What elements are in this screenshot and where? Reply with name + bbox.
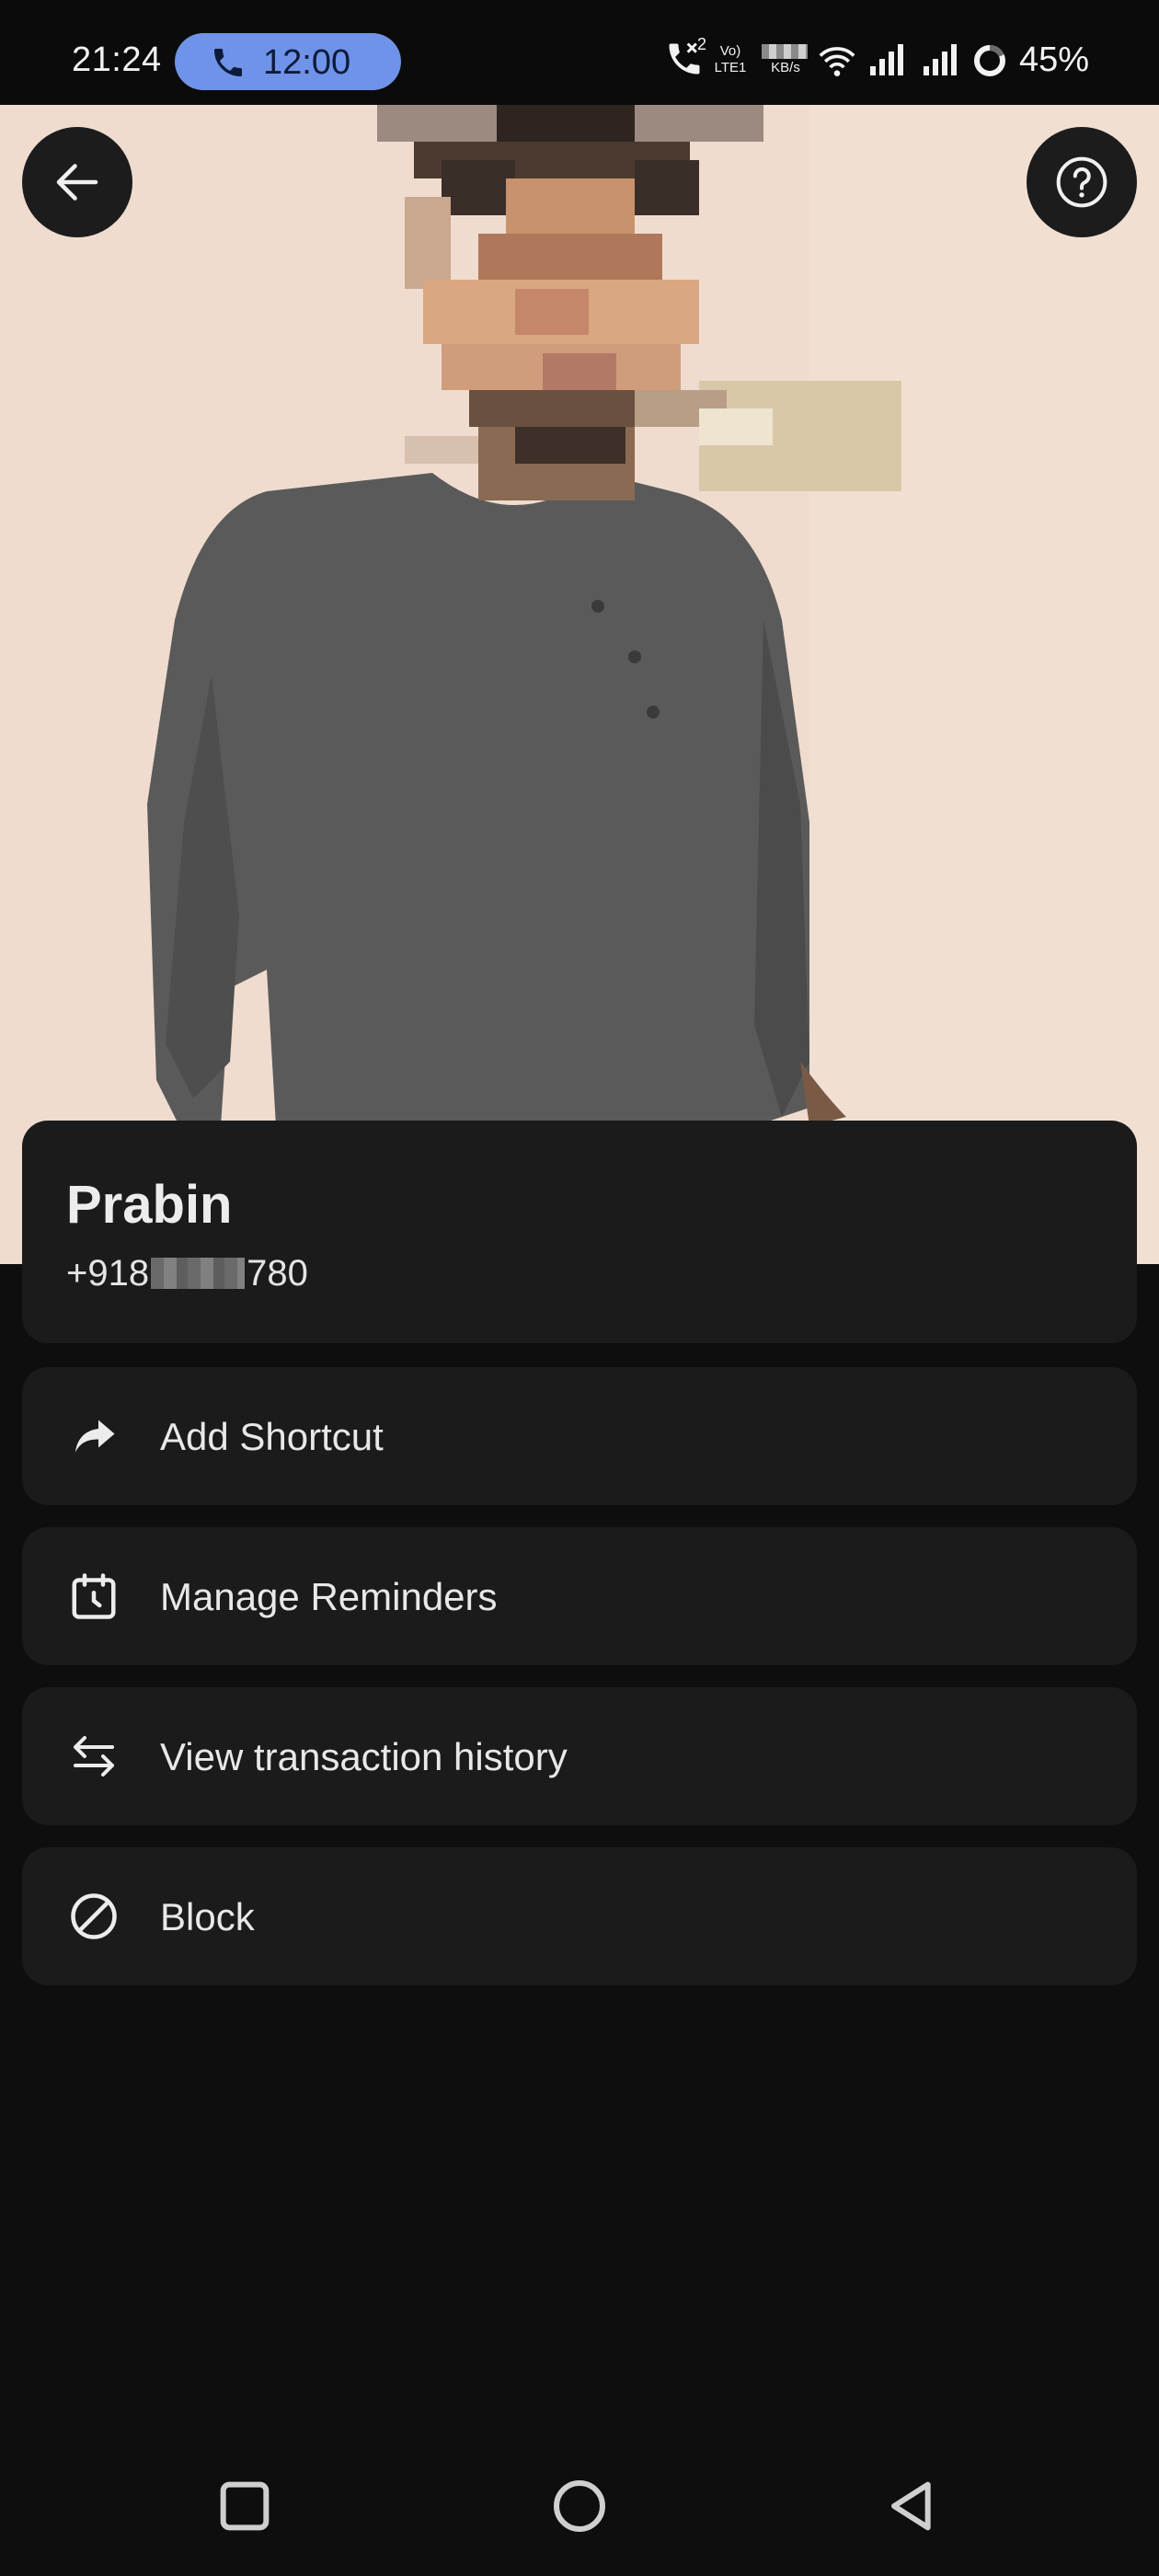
signal-1-icon <box>870 44 903 75</box>
home-button[interactable] <box>543 2469 616 2543</box>
phone-suffix: 780 <box>247 1253 308 1294</box>
contact-card: Prabin +918 780 <box>22 1121 1137 1343</box>
status-time: 21:24 <box>72 40 162 79</box>
wifi-icon <box>819 47 855 76</box>
help-button[interactable] <box>1027 127 1137 237</box>
volte-label: Vo) <box>719 43 741 59</box>
contact-phone: +918 780 <box>66 1253 308 1294</box>
add-shortcut-button[interactable]: Add Shortcut <box>22 1367 1137 1505</box>
contact-details-screen: 21:24 12:00 2 Vo) LTE1 KB/s 45% Prabin +… <box>0 0 1159 2576</box>
speed-unit: KB/s <box>771 60 800 75</box>
back-nav-button[interactable] <box>876 2469 949 2543</box>
block-label: Block <box>160 1895 255 1938</box>
contact-name: Prabin <box>66 1175 233 1235</box>
status-bar: 21:24 12:00 2 Vo) LTE1 KB/s 45% <box>0 0 1159 105</box>
calendar-clock-icon <box>72 1573 116 1619</box>
block-icon <box>71 1893 117 1939</box>
arrow-left-icon <box>56 164 98 201</box>
sim-number: 2 <box>697 35 707 53</box>
question-circle-icon <box>1056 156 1107 208</box>
phone-prefix: +918 <box>66 1253 150 1294</box>
lte-label: LTE1 <box>714 60 747 75</box>
view-transaction-history-label: View transaction history <box>160 1735 568 1778</box>
phone-masked-digits <box>151 1258 246 1289</box>
call-timer: 12:00 <box>263 43 351 82</box>
manage-reminders-label: Manage Reminders <box>160 1575 498 1618</box>
view-transaction-history-button[interactable]: View transaction history <box>22 1687 1137 1825</box>
system-nav-bar <box>0 2429 1159 2576</box>
manage-reminders-button[interactable]: Manage Reminders <box>22 1527 1137 1665</box>
share-arrow-icon <box>75 1420 115 1453</box>
signal-2-icon <box>924 44 957 75</box>
recents-button[interactable] <box>208 2469 281 2543</box>
speed-value-masked <box>762 44 808 59</box>
battery-icon <box>974 45 1005 76</box>
contact-photo <box>0 105 1159 1264</box>
phone-icon <box>214 49 242 76</box>
battery-percent: 45% <box>1019 40 1090 79</box>
block-button[interactable]: Block <box>22 1847 1137 1985</box>
back-button[interactable] <box>22 127 132 237</box>
transfer-arrows-icon <box>74 1736 114 1777</box>
add-shortcut-label: Add Shortcut <box>160 1415 384 1458</box>
ongoing-call-chip[interactable]: 12:00 <box>175 33 401 90</box>
